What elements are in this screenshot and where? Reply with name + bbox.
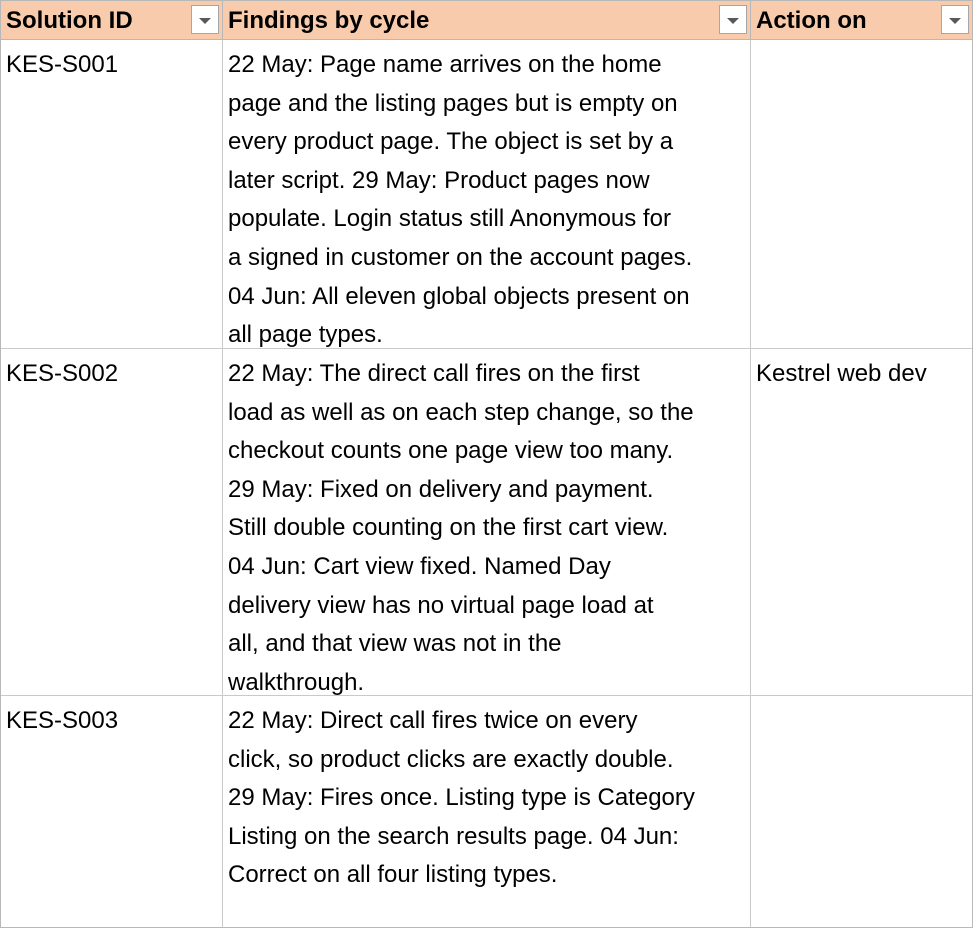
action-on-cell[interactable]	[751, 696, 972, 927]
findings-line: 29 May: Fires once. Listing type is Cate…	[228, 784, 695, 812]
header-cell-action-on[interactable]: Action on	[751, 1, 972, 39]
table-row: KES-S003 22 May: Direct call fires twice…	[1, 696, 972, 927]
solution-id-cell[interactable]: KES-S001	[1, 40, 223, 348]
table-row: KES-S002 22 May: The direct call fires o…	[1, 349, 972, 696]
findings-line: Correct on all four listing types.	[228, 861, 558, 889]
findings-line: click, so product clicks are exactly dou…	[228, 745, 674, 773]
findings-line: a signed in customer on the account page…	[228, 243, 693, 271]
solution-id-cell[interactable]: KES-S002	[1, 349, 223, 695]
header-cell-findings[interactable]: Findings by cycle	[223, 1, 751, 39]
header-label: Solution ID	[6, 7, 133, 34]
findings-line: later script. 29 May: Product pages now	[228, 166, 650, 194]
solution-id: KES-S002	[6, 360, 119, 387]
findings-line: all, and that view was not in the	[228, 630, 562, 658]
findings-line: checkout counts one page view too many.	[228, 437, 674, 465]
findings-line: 04 Jun: All eleven global objects presen…	[228, 282, 690, 310]
findings-cell[interactable]: 22 May: Direct call fires twice on every…	[223, 696, 751, 927]
filter-dropdown-button[interactable]	[719, 5, 747, 34]
findings-line: populate. Login status still Anonymous f…	[228, 205, 671, 233]
header-label: Action on	[756, 7, 867, 34]
action-on: Kestrel web dev	[756, 360, 927, 387]
action-on-cell[interactable]: Kestrel web dev	[751, 349, 972, 695]
table-row: KES-S001 22 May: Page name arrives on th…	[1, 40, 972, 349]
findings-line: Listing on the search results page. 04 J…	[228, 822, 679, 850]
header-label: Findings by cycle	[228, 7, 430, 34]
findings-cell[interactable]: 22 May: The direct call fires on the fir…	[223, 349, 751, 695]
findings-line: 04 Jun: Cart view fixed. Named Day	[228, 552, 611, 580]
findings-line: 29 May: Fixed on delivery and payment.	[228, 475, 654, 503]
filter-dropdown-button[interactable]	[191, 5, 219, 34]
solution-id: KES-S001	[6, 51, 119, 78]
findings-line: 22 May: Page name arrives on the home	[228, 51, 662, 78]
solution-id-cell[interactable]: KES-S003	[1, 696, 223, 927]
findings-line: delivery view has no virtual page load a…	[228, 591, 654, 619]
findings-line: all page types.	[228, 321, 383, 348]
header-cell-solution-id[interactable]: Solution ID	[1, 1, 223, 39]
header-row: Solution ID Findings by cycle Action on	[1, 1, 972, 40]
findings-line: page and the listing pages but is empty …	[228, 89, 678, 117]
chevron-down-icon	[199, 17, 211, 24]
spreadsheet-table: Solution ID Findings by cycle Action on …	[0, 0, 973, 928]
findings-line: every product page. The object is set by…	[228, 128, 674, 156]
findings-line: load as well as on each step change, so …	[228, 398, 694, 426]
filter-dropdown-button[interactable]	[941, 5, 969, 34]
findings-line: 22 May: The direct call fires on the fir…	[228, 360, 640, 387]
findings-line: 22 May: Direct call fires twice on every	[228, 707, 638, 734]
solution-id: KES-S003	[6, 707, 119, 734]
chevron-down-icon	[949, 17, 961, 24]
chevron-down-icon	[727, 17, 739, 24]
action-on-cell[interactable]	[751, 40, 972, 348]
findings-line: Still double counting on the first cart …	[228, 514, 669, 542]
findings-cell[interactable]: 22 May: Page name arrives on the home pag…	[223, 40, 751, 348]
findings-line: walkthrough.	[228, 668, 365, 695]
